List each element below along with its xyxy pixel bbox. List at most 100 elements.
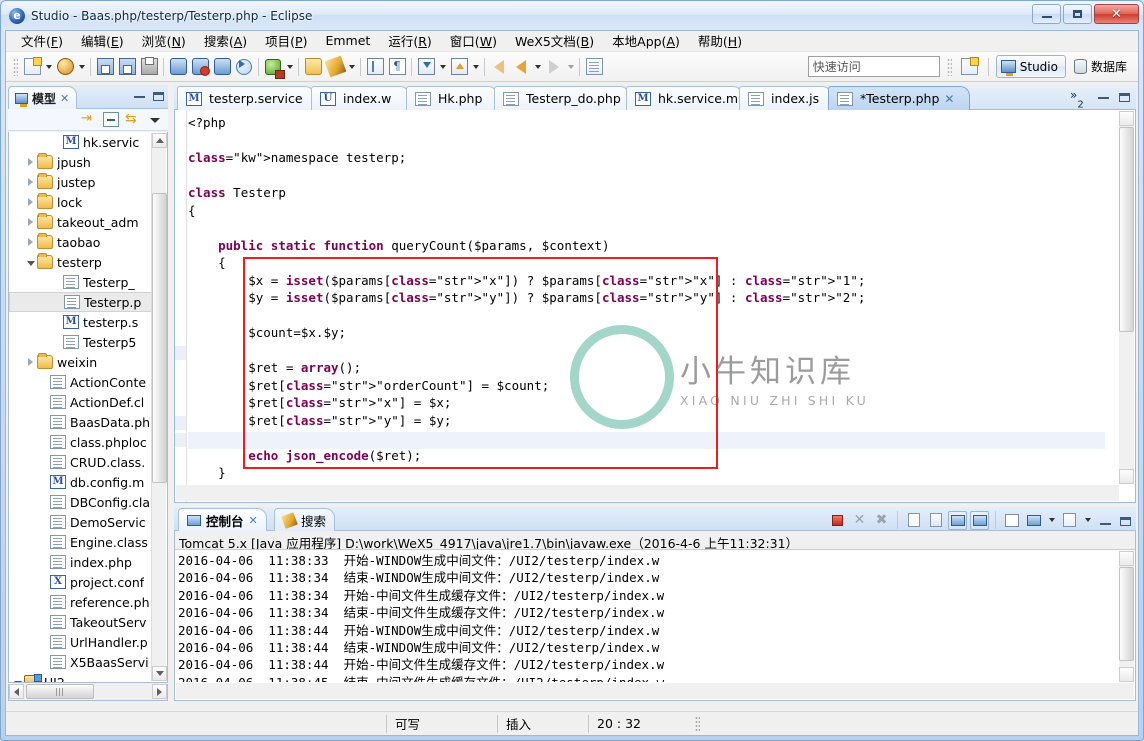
editor-tab-hk-service-m[interactable]: Mhk.service.m — [626, 86, 743, 110]
marker-dropdown[interactable] — [346, 56, 357, 78]
tree-item-baasdata-ph[interactable]: BaasData.ph — [9, 412, 167, 432]
editor-minimize-icon[interactable] — [1098, 97, 1109, 99]
tree-item-demoservic[interactable]: DemoServic — [9, 512, 167, 532]
close-icon[interactable]: ✕ — [60, 92, 69, 105]
menu-help[interactable]: 帮助(H) — [689, 29, 751, 53]
expand-arrow-icon[interactable] — [24, 178, 37, 186]
tree-item-weixin[interactable]: weixin — [9, 352, 167, 372]
toolbar-grip[interactable] — [13, 57, 18, 76]
tree-item-engine-class[interactable]: Engine.class — [9, 532, 167, 552]
display-console-dropdown[interactable] — [1046, 509, 1057, 531]
tab-console[interactable]: 控制台 ✕ — [178, 508, 267, 531]
menu-navigate[interactable]: 浏览(N) — [133, 29, 195, 53]
remove-all-terminated-button[interactable]: ✖ — [872, 511, 891, 530]
menu-local-app[interactable]: 本地App(A) — [603, 29, 689, 53]
outline-toggle-button[interactable] — [364, 56, 386, 78]
tree-item-testerp[interactable]: testerp — [9, 252, 167, 272]
tree-item-class-phploc[interactable]: class.phploc — [9, 432, 167, 452]
debug-blue-button[interactable] — [211, 56, 233, 78]
expand-arrow-icon[interactable] — [24, 218, 37, 226]
console-vertical-scrollbar[interactable] — [1119, 551, 1134, 682]
scroll-down-button[interactable] — [1119, 667, 1134, 682]
tree-item-taobao[interactable]: taobao — [9, 232, 167, 252]
perspective-database[interactable]: 数据库 — [1070, 55, 1134, 78]
synchronize-icon[interactable]: ⇆ — [125, 112, 141, 127]
chevron-down-icon[interactable] — [147, 112, 163, 127]
terminate-button[interactable] — [828, 511, 847, 530]
tree-item-urlhandler-p[interactable]: UrlHandler.p — [9, 632, 167, 652]
close-button[interactable]: ✕ — [1094, 4, 1139, 24]
run-button[interactable] — [262, 56, 284, 78]
menu-wex5-docs[interactable]: WeX5文档(B) — [506, 29, 603, 53]
show-console-on-output-button[interactable] — [948, 510, 967, 530]
editor-tab-testerp-php[interactable]: *Testerp.php ✕ — [828, 86, 970, 110]
next-annotation-button[interactable] — [415, 56, 437, 78]
expand-arrow-icon[interactable] — [11, 680, 24, 683]
show-console-on-error-button[interactable] — [970, 510, 989, 530]
menu-search[interactable]: 搜索(A) — [195, 29, 256, 53]
scroll-lock-button[interactable] — [926, 511, 945, 530]
tree-horizontal-scrollbar[interactable] — [8, 684, 168, 701]
expand-arrow-icon[interactable] — [24, 358, 37, 366]
tree-item-index-php[interactable]: index.php — [9, 552, 167, 572]
tree-item-justep[interactable]: justep — [9, 172, 167, 192]
open-folder-button[interactable] — [302, 56, 324, 78]
console-maximize-icon[interactable] — [1120, 517, 1131, 526]
editor-tab-index-w[interactable]: Uindex.w — [311, 86, 410, 110]
expand-arrow-icon[interactable] — [24, 260, 37, 265]
view-maximize-icon[interactable] — [153, 92, 164, 101]
tree-item-crud-class[interactable]: CRUD.class. — [9, 452, 167, 472]
console-log-text[interactable]: 2016-04-06 11:38:33 开始-WINDOW生成中间文件：/UI2… — [176, 552, 1118, 682]
print-button[interactable] — [138, 56, 160, 78]
remove-launch-button[interactable]: ✕ — [850, 511, 869, 530]
tree-item-hk-servic[interactable]: Mhk.servic — [9, 132, 167, 152]
close-icon[interactable]: ✕ — [249, 514, 258, 527]
tree-item-ui2[interactable]: UI2 — [9, 672, 167, 683]
editor-maximize-icon[interactable] — [1119, 93, 1130, 102]
tree-item-takeout-adm[interactable]: takeout_adm — [9, 212, 167, 232]
collapse-all-icon[interactable] — [103, 112, 119, 127]
tree-item-testerp5[interactable]: Testerp5 — [9, 332, 167, 352]
tree-item-takeoutserv[interactable]: TakeoutServ — [9, 612, 167, 632]
scroll-left-button[interactable] — [9, 684, 24, 699]
back-history-button[interactable] — [510, 56, 532, 78]
expand-arrow-icon[interactable] — [24, 158, 37, 166]
back-button[interactable] — [488, 56, 510, 78]
prev-annotation-button[interactable] — [448, 56, 470, 78]
link-editor-icon[interactable]: ⇥ — [81, 112, 97, 127]
editor-tab-testerp-do-php[interactable]: Testerp_do.php — [494, 86, 630, 110]
perspective-grip[interactable] — [946, 57, 952, 76]
tree-item-reference-ph[interactable]: reference.ph — [9, 592, 167, 612]
tree-item-lock[interactable]: lock — [9, 192, 167, 212]
marker-button[interactable] — [324, 55, 346, 78]
save-button[interactable] — [94, 56, 116, 78]
scroll-up-button[interactable] — [152, 133, 167, 148]
php-source-editor[interactable]: <?php class="kw">namespace testerp; clas… — [174, 110, 1136, 503]
scroll-thumb[interactable] — [152, 193, 167, 483]
paragraph-toggle-button[interactable]: ¶ — [386, 56, 408, 78]
editor-vertical-scrollbar[interactable] — [1119, 111, 1134, 484]
tree-item-jpush[interactable]: jpush — [9, 152, 167, 172]
prev-annotation-dropdown[interactable] — [470, 56, 481, 78]
quick-access-input[interactable]: 快速访问 — [807, 56, 940, 77]
new-wizard-button[interactable] — [21, 56, 43, 78]
tree-item-db-config-m[interactable]: Mdb.config.m — [9, 472, 167, 492]
scroll-down-button[interactable] — [152, 666, 167, 681]
close-icon[interactable]: ✕ — [944, 92, 954, 106]
run-circle-button[interactable] — [233, 56, 255, 78]
open-console-button[interactable] — [1060, 511, 1079, 530]
scroll-down-button[interactable] — [1119, 469, 1134, 484]
editor-code-text[interactable]: <?php class="kw">namespace testerp; clas… — [188, 114, 1105, 498]
new-editor-button[interactable] — [583, 56, 605, 78]
tree-item-project-conf[interactable]: Xproject.conf — [9, 572, 167, 592]
scroll-thumb[interactable] — [1119, 567, 1134, 661]
tree-item-actionconte[interactable]: ActionConte — [9, 372, 167, 392]
display-selected-console-button[interactable] — [1024, 511, 1043, 530]
debug-cat-button[interactable] — [167, 56, 189, 78]
tree-item-x5baasservi[interactable]: X5BaasServi — [9, 652, 167, 672]
console-minimize-icon[interactable] — [1100, 522, 1111, 525]
menu-emmet[interactable]: Emmet — [316, 31, 379, 51]
back-dropdown[interactable] — [532, 56, 543, 78]
tree-item-testerp[interactable]: Testerp_ — [9, 272, 167, 292]
menu-run[interactable]: 运行(R) — [379, 29, 440, 53]
